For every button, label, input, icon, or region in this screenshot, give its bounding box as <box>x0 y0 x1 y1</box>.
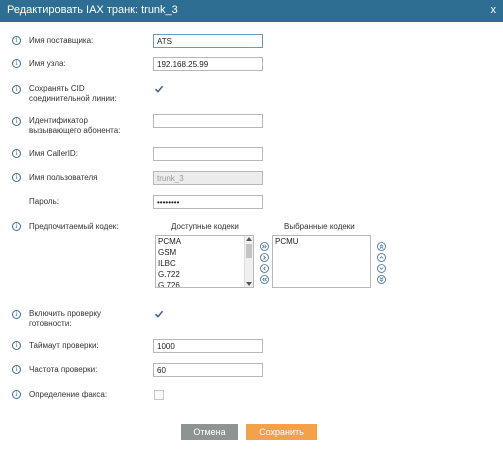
info-icon[interactable]: i <box>12 390 21 399</box>
list-item[interactable]: ILBC <box>156 258 253 269</box>
double-chevron-left-icon[interactable] <box>260 275 269 284</box>
chevron-up-icon[interactable] <box>377 253 386 262</box>
qualify-checkbox[interactable] <box>154 309 164 319</box>
qualify-timeout-label: Таймаут проверки: <box>29 341 99 350</box>
dialog-titlebar: Редактировать IAX транк: trunk_3 x <box>0 0 503 22</box>
provider-name-label: Имя поставщика: <box>29 36 94 45</box>
dialog-title: Редактировать IAX транк: trunk_3 <box>7 4 178 16</box>
scrollbar[interactable] <box>244 236 253 287</box>
info-icon[interactable]: i <box>12 117 21 126</box>
keep-cid-label: Сохранять CID соединительной линии: <box>29 84 149 104</box>
double-chevron-down-icon[interactable] <box>377 275 386 284</box>
codec-label: Предпочитаемый кодек: <box>29 222 119 231</box>
double-chevron-right-icon[interactable] <box>260 242 269 251</box>
info-icon[interactable]: i <box>12 149 21 158</box>
save-button[interactable]: Сохранить <box>246 424 317 440</box>
qualify-label: Включить проверку готовности: <box>29 309 149 329</box>
available-codecs-header: Доступные кодеки <box>171 222 239 231</box>
qualify-frequency-input[interactable] <box>153 363 263 377</box>
fax-detect-checkbox[interactable] <box>154 390 164 400</box>
provider-name-input[interactable] <box>153 34 263 48</box>
cancel-button[interactable]: Отмена <box>181 424 238 440</box>
caller-id-label-line2: вызывающего абонента: <box>29 126 121 135</box>
checkmark-icon <box>154 310 164 318</box>
chevron-right-icon[interactable] <box>260 253 269 262</box>
info-icon[interactable]: i <box>12 365 21 374</box>
info-icon[interactable]: i <box>12 36 21 45</box>
scroll-thumb[interactable] <box>246 244 252 258</box>
caller-name-label: Имя CallerID: <box>29 149 78 158</box>
qualify-frequency-label: Частота проверки: <box>29 365 98 374</box>
qualify-label-line1: Включить проверку <box>29 309 101 318</box>
double-chevron-up-icon[interactable] <box>377 242 386 251</box>
info-icon[interactable]: i <box>12 310 21 319</box>
list-item[interactable]: PCMA <box>156 236 253 247</box>
list-item[interactable]: PCMU <box>273 236 370 247</box>
keep-cid-checkbox[interactable] <box>154 84 164 94</box>
username-label: Имя пользователя <box>29 173 98 182</box>
password-input[interactable] <box>153 195 263 209</box>
selected-codecs-header: Выбранные кодеки <box>284 222 355 231</box>
host-label: Имя узла: <box>29 59 66 68</box>
list-item[interactable]: G.722 <box>156 269 253 280</box>
close-button[interactable]: x <box>491 4 497 16</box>
info-icon[interactable]: i <box>12 173 21 182</box>
caller-id-input[interactable] <box>153 114 263 128</box>
qualify-label-line2: готовности: <box>29 319 72 328</box>
available-codecs-list[interactable]: PCMA GSM ILBC G.722 G.726 <box>155 235 254 288</box>
fax-detect-label: Определение факса: <box>29 390 108 399</box>
qualify-timeout-input[interactable] <box>153 339 263 353</box>
list-item[interactable]: G.726 <box>156 280 253 287</box>
caller-id-label-line1: Идентификатор <box>29 116 88 125</box>
info-icon[interactable]: i <box>12 85 21 94</box>
chevron-down-icon[interactable] <box>377 264 386 273</box>
keep-cid-label-line2: соединительной линии: <box>29 94 117 103</box>
checkmark-icon <box>154 85 164 93</box>
info-icon[interactable]: i <box>12 222 21 231</box>
keep-cid-label-line1: Сохранять CID <box>29 84 85 93</box>
caller-id-label: Идентификатор вызывающего абонента: <box>29 116 149 136</box>
list-item[interactable]: GSM <box>156 247 253 258</box>
info-icon[interactable]: i <box>12 341 21 350</box>
scroll-down-icon[interactable] <box>246 282 252 286</box>
scroll-up-icon[interactable] <box>246 237 252 241</box>
username-input <box>153 171 263 185</box>
caller-name-input[interactable] <box>153 147 263 161</box>
selected-codecs-list[interactable]: PCMU <box>272 235 371 288</box>
host-input[interactable] <box>153 57 263 71</box>
chevron-left-icon[interactable] <box>260 264 269 273</box>
info-icon[interactable]: i <box>12 59 21 68</box>
password-label: Пароль: <box>29 197 59 206</box>
